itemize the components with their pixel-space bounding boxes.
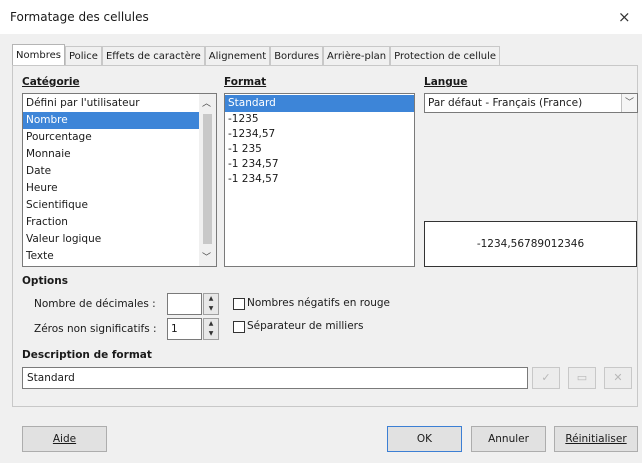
help-button[interactable]: Aide [22, 426, 107, 452]
reset-button[interactable]: Réinitialiser [554, 426, 638, 452]
help-button-label: Aide [52, 433, 77, 445]
list-item[interactable]: -1 235 [225, 142, 414, 157]
scrollbar-thumb[interactable] [203, 114, 212, 244]
check-icon[interactable]: ✓ [532, 367, 560, 389]
ok-button[interactable]: OK [387, 426, 462, 452]
list-item[interactable]: -1235 [225, 112, 414, 127]
category-scrollbar[interactable]: ︿ ﹀ [199, 94, 216, 266]
tab-police[interactable]: Police [64, 46, 102, 67]
format-preview: -1234,56789012346 [424, 221, 637, 267]
decimals-stepper[interactable]: ▲ ▼ [203, 293, 219, 315]
preview-text: -1234,56789012346 [476, 238, 585, 250]
tab-alignement[interactable]: Alignement [204, 46, 271, 67]
negative-red-label[interactable]: Nombres négatifs en rouge [247, 297, 390, 309]
language-heading: Langue [424, 76, 468, 88]
close-icon[interactable]: × [618, 8, 631, 26]
list-item[interactable]: -1 234,57 [225, 172, 414, 187]
list-item[interactable]: Pourcentage [23, 129, 199, 146]
tab-effets-de-caractere[interactable]: Effets de caractère [101, 46, 205, 67]
list-item[interactable]: Monnaie [23, 146, 199, 163]
list-item[interactable]: Scientifique [23, 197, 199, 214]
chevron-up-icon[interactable]: ︿ [202, 96, 211, 109]
tab-protection-de-cellule[interactable]: Protection de cellule [390, 46, 501, 67]
category-heading: Catégorie [22, 76, 80, 88]
format-code-input[interactable]: Standard [22, 367, 528, 389]
list-item[interactable]: Date [23, 163, 199, 180]
delete-icon[interactable]: ✕ [604, 367, 632, 389]
list-item-selected[interactable]: Nombre [23, 112, 199, 129]
format-code-heading: Description de format [22, 349, 152, 361]
tab-nombres[interactable]: Nombres [12, 44, 65, 67]
format-heading: Format [224, 76, 267, 88]
decimals-input[interactable] [167, 293, 202, 315]
window-title: Formatage des cellules [10, 10, 149, 24]
cancel-button[interactable]: Annuler [471, 426, 546, 452]
list-item-selected[interactable]: Standard [225, 95, 414, 112]
list-item[interactable]: Fraction [23, 214, 199, 231]
decimals-label: Nombre de décimales : [34, 298, 156, 310]
thousands-separator-label[interactable]: Séparateur de milliers [247, 320, 363, 332]
leading-zeros-label: Zéros non significatifs : [34, 323, 157, 335]
chevron-down-icon[interactable]: ﹀ [202, 250, 211, 263]
list-item[interactable]: -1 234,57 [225, 157, 414, 172]
category-list[interactable]: Défini par l'utilisateur Nombre Pourcent… [22, 93, 217, 267]
list-item[interactable]: Texte [23, 248, 199, 265]
chevron-down-icon[interactable]: ﹀ [621, 94, 637, 112]
tab-bordures[interactable]: Bordures [270, 46, 324, 67]
list-item[interactable]: Heure [23, 180, 199, 197]
language-dropdown[interactable]: Par défaut - Français (France) ﹀ [424, 93, 638, 113]
leading-zeros-stepper[interactable]: ▲ ▼ [203, 318, 219, 340]
comment-icon[interactable]: ▭ [568, 367, 596, 389]
tab-arriere-plan[interactable]: Arrière-plan [323, 46, 391, 67]
negative-red-checkbox[interactable] [233, 298, 245, 310]
thousands-separator-checkbox[interactable] [233, 321, 245, 333]
tab-bar: Nombres Police Effets de caractère Align… [12, 44, 501, 67]
options-heading: Options [22, 275, 68, 287]
reset-button-label: Réinitialiser [565, 433, 627, 445]
list-item[interactable]: Valeur logique [23, 231, 199, 248]
list-item[interactable]: -1234,57 [225, 127, 414, 142]
language-value: Par défaut - Français (France) [428, 97, 583, 109]
leading-zeros-input[interactable]: 1 [167, 318, 202, 340]
format-list[interactable]: Standard -1235 -1234,57 -1 235 -1 234,57… [224, 93, 415, 267]
list-item[interactable]: Défini par l'utilisateur [23, 95, 199, 112]
